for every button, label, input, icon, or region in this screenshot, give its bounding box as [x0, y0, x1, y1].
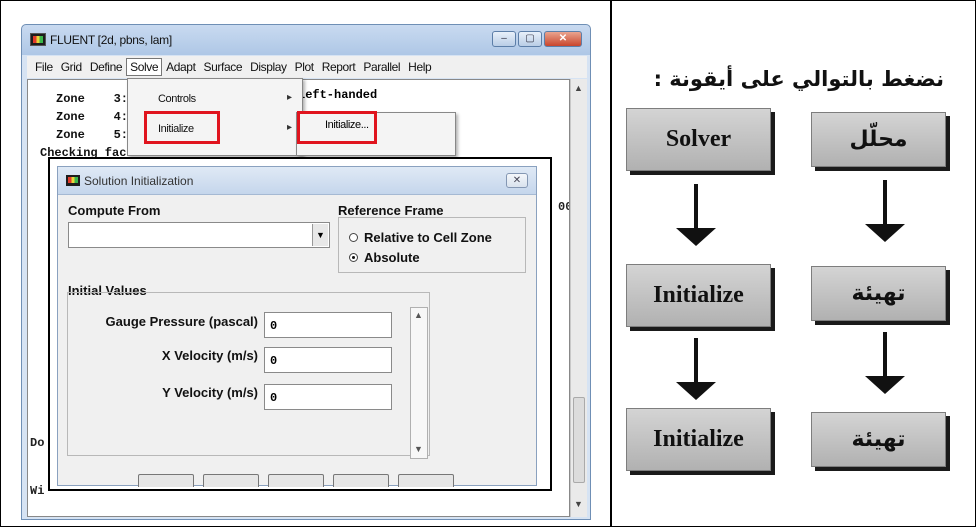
menu-solve[interactable]: Solve: [126, 58, 163, 76]
menu-grid[interactable]: Grid: [57, 58, 86, 76]
y-velocity-field[interactable]: 0: [264, 384, 392, 410]
flow-box-label: تهيئة: [851, 281, 906, 306]
console-side-text: Do: [30, 436, 45, 450]
dialog-close-button[interactable]: ✕: [506, 173, 528, 188]
menu-adapt[interactable]: Adapt: [162, 58, 199, 76]
flow-box-label: Initialize: [653, 426, 744, 452]
radio-relative-to-cell-zone[interactable]: Relative to Cell Zone: [349, 230, 492, 245]
down-arrow-icon: [676, 338, 716, 400]
down-arrow-icon: [865, 180, 905, 242]
submenu-arrow-icon: ▸: [286, 122, 292, 133]
flow-box-label: Initialize: [653, 282, 744, 308]
dialog-titlebar: Solution Initialization ✕: [58, 167, 536, 195]
x-velocity-label: X Velocity (m/s): [161, 348, 258, 363]
menu-define[interactable]: Define: [86, 58, 126, 76]
menu-surface[interactable]: Surface: [200, 58, 247, 76]
fluent-window-title: FLUENT [2d, pbns, lam]: [50, 33, 172, 47]
gauge-pressure-label: Gauge Pressure (pascal): [105, 314, 258, 329]
flow-box-label: Solver: [665, 126, 732, 152]
close-button[interactable]: ✕: [544, 31, 582, 47]
apply-button[interactable]: [268, 474, 324, 487]
solution-initialization-dialog: Solution Initialization ✕ Compute From ▼…: [57, 166, 537, 487]
highlight-box-initialize-menu: [144, 111, 220, 144]
scroll-up-icon[interactable]: ▲: [574, 83, 583, 93]
maximize-button[interactable]: ▢: [518, 31, 542, 47]
console-right-text: left-handed: [298, 88, 378, 102]
dialog-button-row: [58, 467, 536, 487]
fluent-titlebar: FLUENT [2d, pbns, lam] – ▢ ✕: [22, 25, 590, 55]
flow-box-initialize: Initialize: [626, 264, 771, 327]
console-side-text: Wi: [30, 484, 45, 498]
window-controls: – ▢ ✕: [492, 31, 582, 47]
reference-frame-group: Relative to Cell Zone Absolute: [338, 217, 526, 273]
dialog-title: Solution Initialization: [84, 174, 194, 188]
chevron-down-icon[interactable]: ▼: [312, 224, 328, 246]
initial-values-scrollbar[interactable]: ▲ ▼: [410, 307, 428, 459]
flow-box-initialize-ar: تهيئة: [811, 412, 946, 467]
flow-box-solver: Solver: [626, 108, 771, 171]
scroll-thumb[interactable]: [573, 397, 585, 483]
instruction-heading: نضغط بالتوالي على أيقونة :: [653, 67, 944, 91]
radio-label: Absolute: [364, 250, 420, 265]
fluent-logo-icon: [30, 33, 46, 46]
down-arrow-icon: [865, 332, 905, 394]
compute-from-label: Compute From: [68, 203, 161, 218]
init-button[interactable]: [138, 474, 194, 487]
scroll-up-icon[interactable]: ▲: [414, 310, 423, 320]
console-edge-text: 00: [558, 200, 569, 214]
menu-report[interactable]: Report: [318, 58, 360, 76]
menu-item-controls[interactable]: Controls ▸: [128, 89, 302, 111]
y-velocity-label: Y Velocity (m/s): [162, 385, 258, 400]
flow-box-initialize-ar: تهيئة: [811, 266, 946, 321]
menu-file[interactable]: File: [31, 58, 57, 76]
minimize-button[interactable]: –: [492, 31, 516, 47]
radio-icon[interactable]: [349, 233, 358, 242]
menu-help[interactable]: Help: [404, 58, 435, 76]
reference-frame-label: Reference Frame: [338, 203, 444, 218]
console-line: Zone 4:: [56, 110, 129, 124]
scroll-down-icon[interactable]: ▼: [414, 444, 423, 454]
radio-selected-icon[interactable]: [349, 253, 358, 262]
flow-box-initialize: Initialize: [626, 408, 771, 471]
menu-plot[interactable]: Plot: [291, 58, 318, 76]
console-scrollbar[interactable]: ▲ ▼: [570, 79, 587, 517]
flow-box-label: محلّل: [849, 127, 908, 152]
flow-box-label: تهيئة: [851, 427, 906, 452]
console-line: Zone 3:: [56, 92, 129, 106]
menu-display[interactable]: Display: [246, 58, 291, 76]
panel-divider: [610, 0, 612, 527]
menubar: File Grid Define Solve Adapt Surface Dis…: [27, 56, 587, 78]
console-line: Zone 5:: [56, 128, 129, 142]
reset-button[interactable]: [203, 474, 259, 487]
submenu-arrow-icon: ▸: [286, 92, 292, 103]
close-dialog-button[interactable]: [333, 474, 389, 487]
menu-item-label: Controls: [158, 93, 196, 105]
highlight-box-initialize-submenu: [297, 111, 377, 144]
help-button[interactable]: [398, 474, 454, 487]
radio-label: Relative to Cell Zone: [364, 230, 492, 245]
x-velocity-field[interactable]: 0: [264, 347, 392, 373]
fluent-logo-icon: [66, 175, 80, 186]
gauge-pressure-field[interactable]: 0: [264, 312, 392, 338]
flow-box-solver-ar: محلّل: [811, 112, 946, 167]
down-arrow-icon: [676, 184, 716, 246]
radio-absolute[interactable]: Absolute: [349, 250, 420, 265]
compute-from-select[interactable]: ▼: [68, 222, 330, 248]
scroll-down-icon[interactable]: ▼: [574, 499, 583, 509]
menu-parallel[interactable]: Parallel: [359, 58, 404, 76]
